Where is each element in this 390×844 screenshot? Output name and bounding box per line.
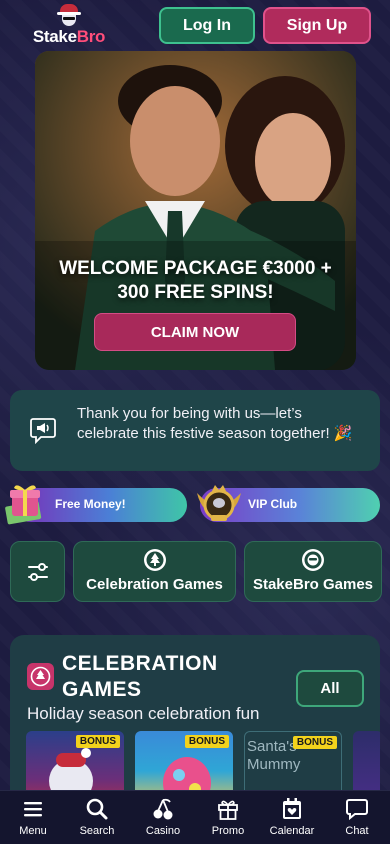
bonus-badge: BONUS bbox=[75, 735, 120, 748]
celebration-games-section: CELEBRATION GAMES Holiday season celebra… bbox=[10, 635, 380, 810]
vip-club-pill[interactable]: VIP Club bbox=[197, 485, 380, 522]
menu-icon bbox=[24, 802, 42, 817]
filter-sliders-icon bbox=[28, 563, 48, 581]
search-icon bbox=[86, 798, 108, 820]
nav-casino[interactable]: Casino bbox=[133, 797, 193, 837]
top-header: StakeBro Log In Sign Up bbox=[0, 0, 390, 50]
bottom-navigation: Menu Search Casino Promo Calendar Chat bbox=[0, 790, 390, 844]
nav-label: Menu bbox=[19, 825, 47, 837]
gift-icon bbox=[218, 800, 238, 820]
section-title: CELEBRATION GAMES bbox=[62, 652, 218, 701]
bonus-badge: BONUS bbox=[292, 736, 337, 749]
nav-label: Chat bbox=[345, 825, 369, 837]
notice-text: Thank you for being with us—let’s celebr… bbox=[77, 405, 353, 442]
tree-icon bbox=[143, 549, 166, 571]
nav-promo[interactable]: Promo bbox=[198, 797, 258, 837]
gift-icon bbox=[5, 485, 42, 525]
nav-search[interactable]: Search bbox=[67, 797, 127, 837]
welcome-banner[interactable]: WELCOME PACKAGE €3000 +300 FREE SPINS! C… bbox=[35, 51, 356, 370]
vip-crest-icon bbox=[197, 485, 241, 521]
welcome-title: WELCOME PACKAGE €3000 +300 FREE SPINS! bbox=[59, 258, 332, 303]
tab-stakebro-games[interactable]: StakeBro Games bbox=[244, 541, 382, 602]
logo-text: StakeBro bbox=[32, 27, 106, 46]
festive-notice: Thank you for being with us—let’s celebr… bbox=[10, 390, 380, 471]
filter-button[interactable] bbox=[10, 541, 65, 602]
chat-icon bbox=[346, 799, 368, 821]
mascot-santa-icon bbox=[54, 4, 84, 26]
signup-button[interactable]: Sign Up bbox=[263, 7, 371, 44]
nav-label: Search bbox=[79, 825, 115, 837]
nav-chat[interactable]: Chat bbox=[327, 797, 387, 837]
tree-icon bbox=[27, 663, 54, 690]
mascot-icon bbox=[302, 549, 324, 571]
section-subtitle: Holiday season celebration fun bbox=[27, 704, 260, 723]
cherries-icon bbox=[153, 798, 173, 820]
nav-calendar[interactable]: Calendar bbox=[262, 797, 322, 837]
vip-club-label: VIP Club bbox=[248, 497, 298, 511]
claim-now-button[interactable]: CLAIM NOW bbox=[94, 313, 296, 351]
megaphone-chat-icon bbox=[30, 418, 56, 444]
tab-celebration-label: Celebration Games bbox=[86, 576, 223, 593]
tab-celebration-games[interactable]: Celebration Games bbox=[73, 541, 236, 602]
free-money-pill[interactable]: Free Money! bbox=[5, 485, 187, 525]
nav-label: Promo bbox=[211, 825, 245, 837]
bonus-badge: BONUS bbox=[184, 735, 229, 748]
view-all-button[interactable]: All bbox=[296, 670, 364, 707]
nav-menu[interactable]: Menu bbox=[3, 797, 63, 837]
login-button[interactable]: Log In bbox=[159, 7, 255, 44]
stakebro-logo[interactable]: StakeBro bbox=[24, 4, 114, 48]
nav-label: Calendar bbox=[269, 825, 315, 837]
free-money-label: Free Money! bbox=[55, 497, 126, 511]
calendar-heart-icon bbox=[283, 798, 301, 819]
tab-stakebro-label: StakeBro Games bbox=[252, 576, 374, 593]
nav-label: Casino bbox=[145, 825, 181, 837]
